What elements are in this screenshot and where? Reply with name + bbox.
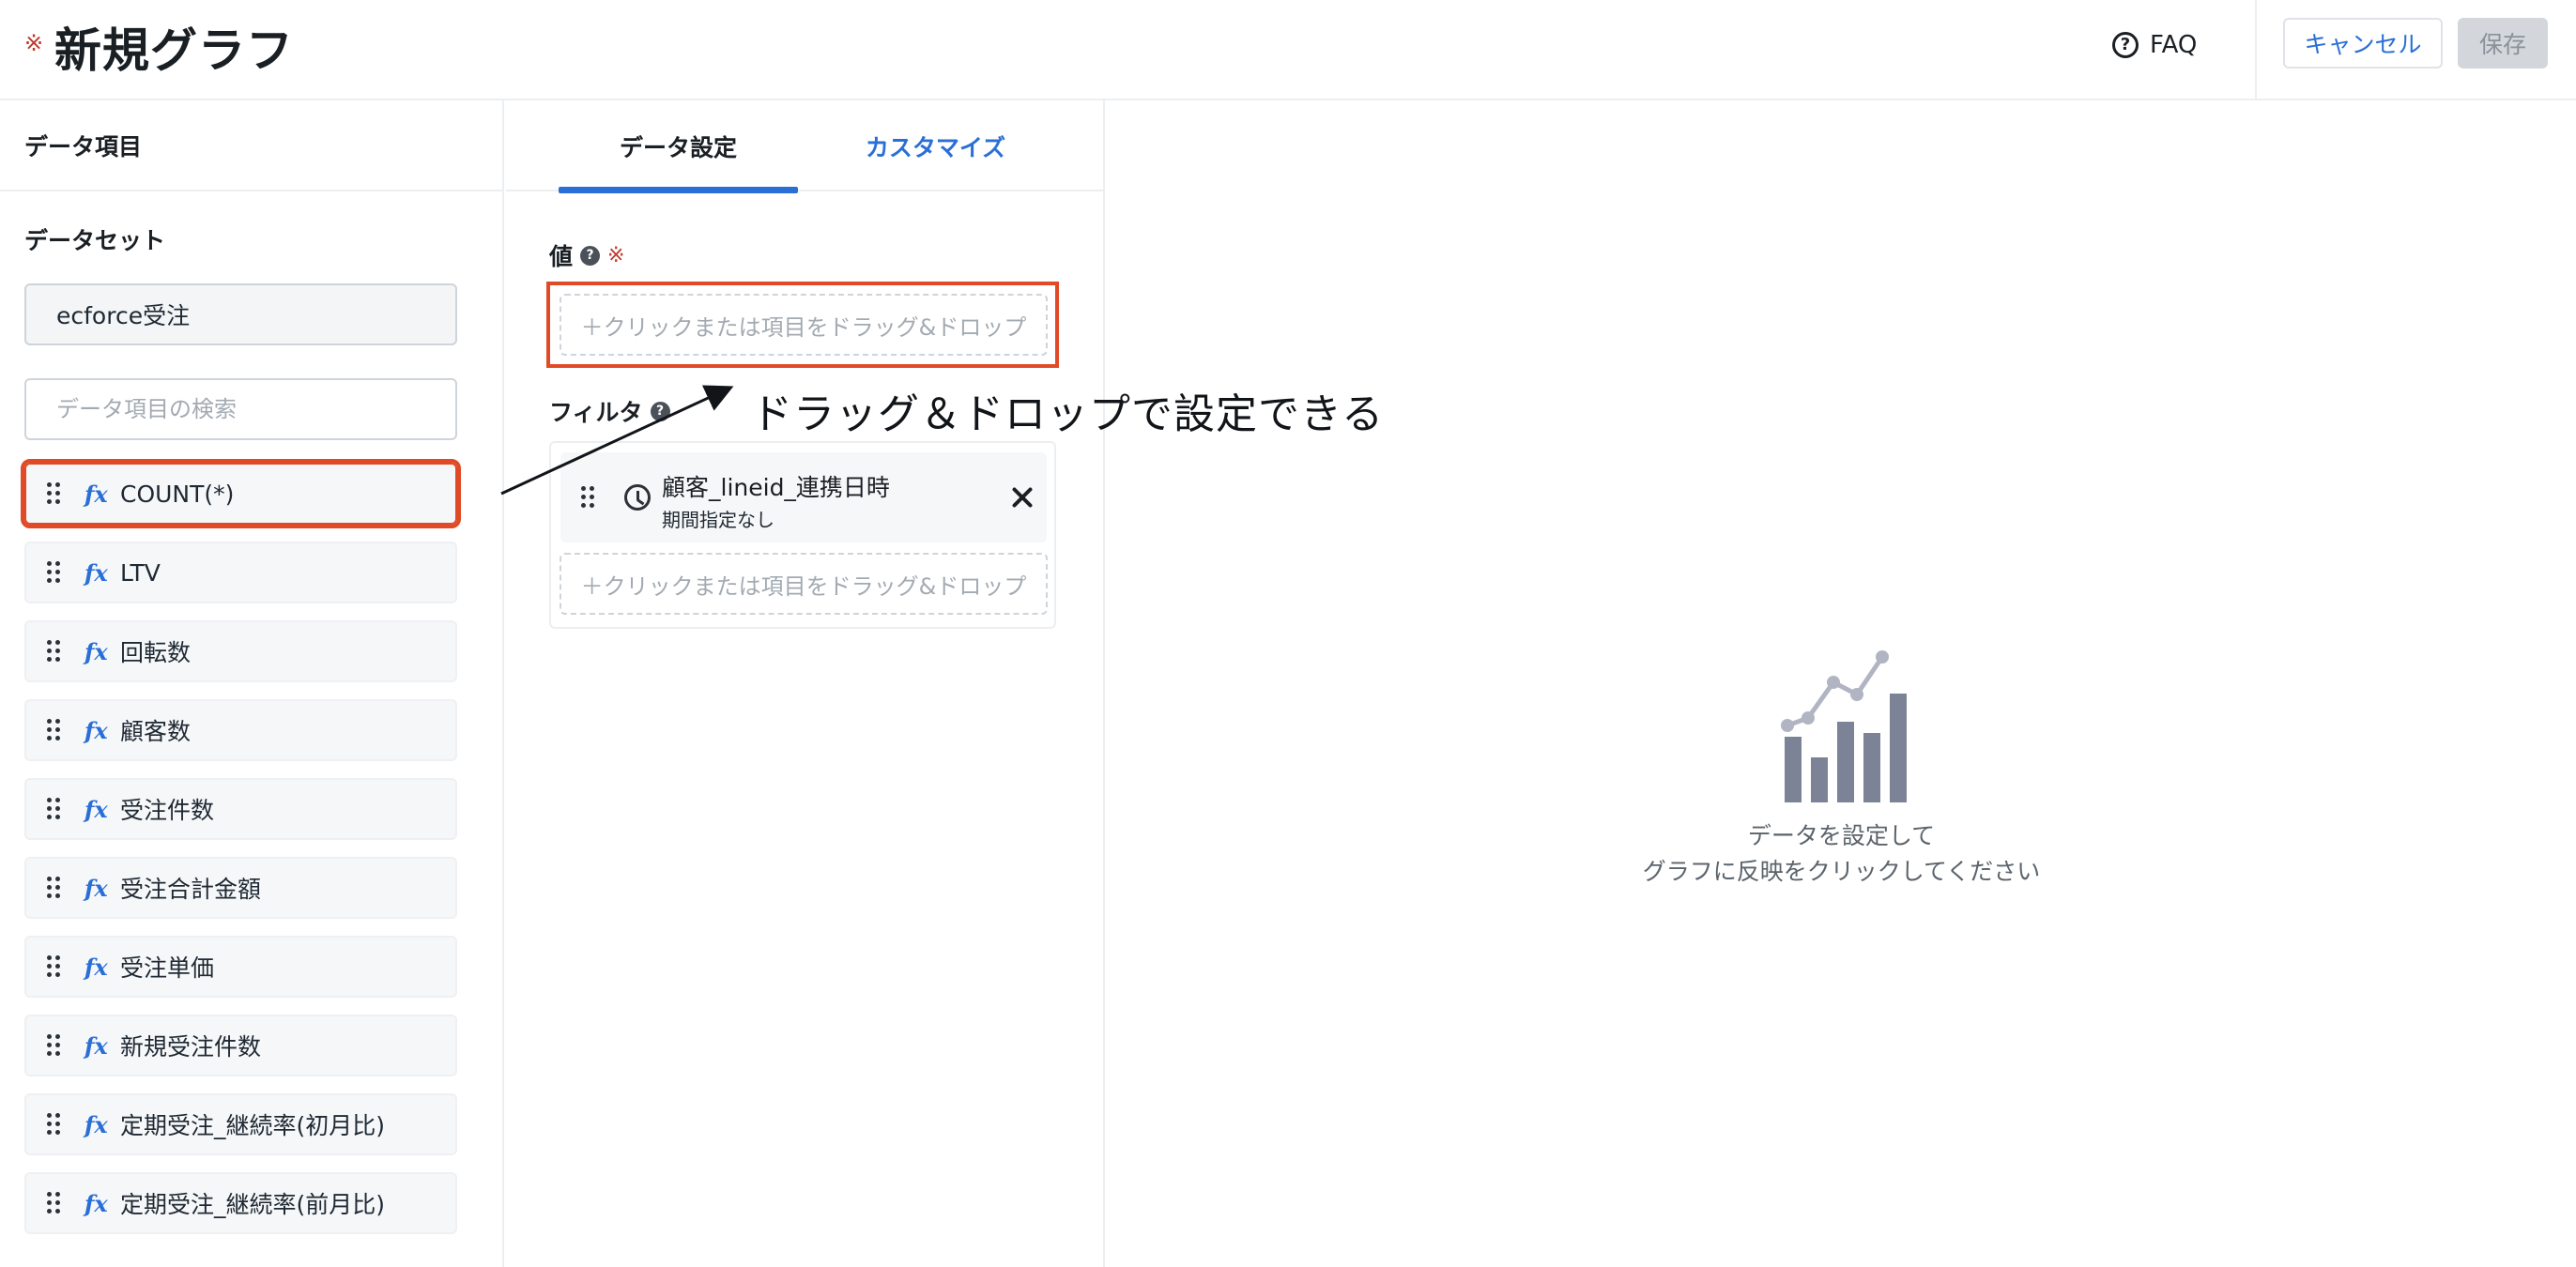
drag-handle-icon[interactable]: [47, 640, 60, 663]
close-icon[interactable]: [1009, 484, 1035, 511]
field-item-customers[interactable]: fx 顧客数: [24, 699, 457, 761]
question-circle-icon: ?: [2112, 32, 2139, 58]
faq-label: FAQ: [2150, 31, 2198, 59]
field-label: 受注単価: [120, 954, 215, 982]
empty-message-line2: グラフに反映をクリックしてください: [1642, 858, 2041, 885]
field-search-input[interactable]: [24, 378, 457, 440]
data-items-heading: データ項目: [0, 100, 502, 191]
field-label: 新規受注件数: [120, 1033, 262, 1061]
field-list: fx COUNT(*) fx LTV fx 回転数 fx 顧客数 fx 受注件数…: [21, 459, 461, 1251]
empty-state-message: データを設定して グラフに反映をクリックしてください: [1107, 818, 2576, 890]
cancel-button[interactable]: キャンセル: [2283, 18, 2443, 69]
filter-period: 期間指定なし: [662, 509, 774, 531]
value-label-text: 値: [549, 243, 574, 270]
fx-icon: fx: [84, 953, 108, 981]
fx-icon: fx: [84, 480, 108, 508]
field-item-count[interactable]: fx COUNT(*): [21, 459, 461, 528]
field-label: 回転数: [120, 639, 192, 666]
graph-preview: データを設定して グラフに反映をクリックしてください: [1107, 100, 2576, 1267]
filter-drop-zone[interactable]: ＋クリックまたは項目をドラッグ&ドロップ: [560, 553, 1048, 615]
fx-icon: fx: [84, 637, 108, 665]
fx-icon: fx: [84, 1110, 108, 1138]
field-item-retention-first[interactable]: fx 定期受注_継続率(初月比): [24, 1093, 457, 1155]
field-item-new-orders[interactable]: fx 新規受注件数: [24, 1015, 457, 1076]
fx-icon: fx: [84, 558, 108, 587]
fx-icon: fx: [84, 716, 108, 744]
help-icon[interactable]: ?: [580, 245, 601, 266]
empty-message-line1: データを設定して: [1747, 822, 1936, 849]
fx-icon: fx: [84, 795, 108, 823]
drag-handle-icon[interactable]: [47, 877, 60, 899]
settings-tabs: データ設定 カスタマイズ: [506, 100, 1105, 193]
header-divider: [2255, 0, 2257, 99]
field-item-order-total[interactable]: fx 受注合計金額: [24, 857, 457, 919]
data-items-panel: データ項目 データセット ecforce受注 fx COUNT(*) fx LT…: [0, 100, 504, 1267]
chart-placeholder-icon: [1781, 650, 1907, 802]
dataset-label: データセット: [24, 227, 166, 254]
fx-icon: fx: [84, 1189, 108, 1217]
field-label: 受注件数: [120, 797, 215, 824]
page-title: 新規グラフ: [54, 23, 294, 78]
drag-handle-icon[interactable]: [47, 1034, 60, 1057]
field-label: 受注合計金額: [120, 876, 262, 903]
dataset-select[interactable]: ecforce受注: [24, 283, 457, 345]
drag-handle-icon[interactable]: [47, 798, 60, 820]
required-mark: ※: [607, 243, 625, 267]
fx-icon: fx: [84, 1031, 108, 1060]
graph-settings-panel: データ設定 カスタマイズ 値 ? ※ ＋クリックまたは項目をドラッグ&ドロップ …: [506, 100, 1105, 1267]
field-label: 顧客数: [120, 718, 192, 745]
annotation-arrow: [500, 385, 734, 496]
drag-handle-icon[interactable]: [47, 1113, 60, 1136]
required-mark: ※: [24, 30, 44, 56]
drag-handle-icon[interactable]: [47, 1192, 60, 1214]
drag-handle-icon[interactable]: [47, 561, 60, 584]
tab-data-settings[interactable]: データ設定: [559, 100, 798, 193]
field-label: LTV: [120, 558, 161, 587]
field-item-retention-prev[interactable]: fx 定期受注_継続率(前月比): [24, 1172, 457, 1234]
tab-customize[interactable]: カスタマイズ: [816, 100, 1055, 191]
drag-handle-icon[interactable]: [47, 719, 60, 741]
field-label: COUNT(*): [120, 480, 235, 508]
faq-link[interactable]: ? FAQ: [2112, 26, 2197, 64]
value-drop-zone[interactable]: ＋クリックまたは項目をドラッグ&ドロップ: [560, 294, 1048, 356]
fx-icon: fx: [84, 874, 108, 902]
drag-handle-icon[interactable]: [47, 482, 60, 505]
field-item-turnover[interactable]: fx 回転数: [24, 620, 457, 682]
field-item-orders[interactable]: fx 受注件数: [24, 778, 457, 840]
drag-handle-icon[interactable]: [47, 955, 60, 978]
value-section-label: 値 ? ※: [549, 238, 624, 272]
field-item-unit-price[interactable]: fx 受注単価: [24, 936, 457, 998]
field-label: 定期受注_継続率(初月比): [120, 1112, 386, 1139]
save-button[interactable]: 保存: [2458, 18, 2548, 69]
header: ※ 新規グラフ ? FAQ キャンセル 保存: [0, 0, 2576, 100]
field-item-ltv[interactable]: fx LTV: [24, 542, 457, 603]
field-label: 定期受注_継続率(前月比): [120, 1191, 386, 1218]
